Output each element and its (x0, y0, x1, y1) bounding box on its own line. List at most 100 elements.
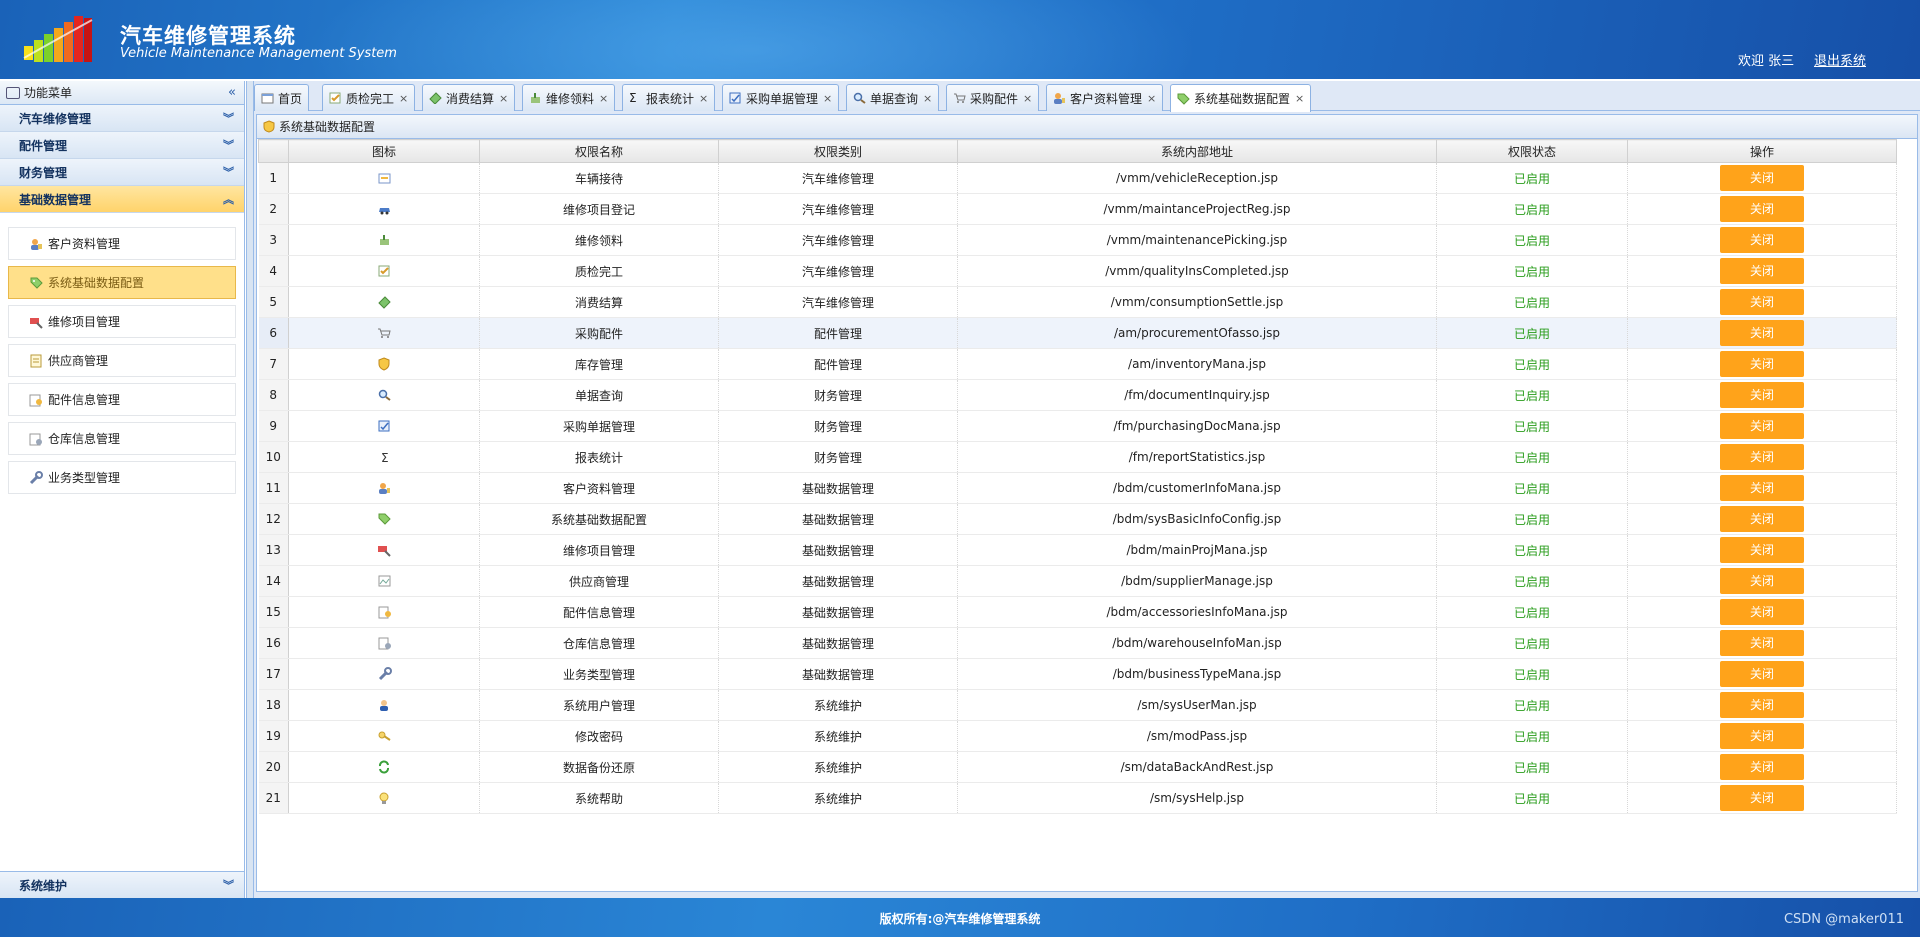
logout-link[interactable]: 退出系统 (1814, 50, 1866, 69)
column-header[interactable]: 权限状态 (1436, 139, 1628, 163)
expand-icon: ︾ (223, 166, 234, 179)
disable-button[interactable]: 关闭 (1720, 413, 1804, 439)
table-row[interactable]: 17 业务类型管理 基础数据管理/bdm/businessTypeMana.jsp 已… (258, 658, 1897, 690)
tab-quality-check[interactable]: 质检完工 × (322, 84, 416, 111)
close-tab-icon[interactable]: × (823, 92, 832, 105)
disable-button[interactable]: 关闭 (1720, 227, 1804, 253)
action-cell: 关闭 (1627, 503, 1897, 535)
tab-doc-query[interactable]: 单据查询 × (846, 84, 940, 111)
sidebar-item-supplier[interactable]: 供应商管理 (8, 344, 236, 377)
disable-button[interactable]: 关闭 (1720, 568, 1804, 594)
table-row[interactable]: 4 质检完工 汽车维修管理/vmm/qualityInsCompleted.jsp 已… (258, 255, 1897, 287)
table-row[interactable]: 18 系统用户管理 系统维护/sm/sysUserMan.jsp 已启用 关闭 (258, 689, 1897, 721)
close-tab-icon[interactable]: × (399, 92, 408, 105)
tab-settlement[interactable]: 消费结算 × (422, 84, 516, 111)
column-header[interactable]: 权限名称 (479, 139, 719, 163)
tab-purchase-parts[interactable]: 采购配件 × (946, 84, 1040, 111)
disable-button[interactable]: 关闭 (1720, 630, 1804, 656)
table-row[interactable]: 1 车辆接待 汽车维修管理/vmm/vehicleReception.jsp 已启用 关… (258, 162, 1897, 194)
panel-parts[interactable]: 配件管理 ︾ (0, 132, 244, 159)
disable-button[interactable]: 关闭 (1720, 785, 1804, 811)
close-tab-icon[interactable]: × (1147, 92, 1156, 105)
disable-button[interactable]: 关闭 (1720, 599, 1804, 625)
disable-button[interactable]: 关闭 (1720, 506, 1804, 532)
tab-customer[interactable]: 客户资料管理 × (1046, 84, 1164, 111)
disable-button[interactable]: 关闭 (1720, 382, 1804, 408)
disable-button[interactable]: 关闭 (1720, 661, 1804, 687)
table-row[interactable]: 16 仓库信息管理 基础数据管理/bdm/warehouseInfoMan.jsp 已… (258, 627, 1897, 659)
table-row[interactable]: 20 数据备份还原 系统维护/sm/dataBackAndRest.jsp 已启用 关闭 (258, 751, 1897, 783)
sidebar-splitter[interactable] (246, 81, 254, 898)
table-row[interactable]: 21 系统帮助 系统维护/sm/sysHelp.jsp 已启用 关闭 (258, 782, 1897, 814)
permission-name: 维修领料 (479, 224, 719, 256)
sigma-icon: Σ (381, 451, 389, 464)
panel-vehicle-maintenance[interactable]: 汽车维修管理 ︾ (0, 105, 244, 132)
sidebar-item-warehouse[interactable]: 仓库信息管理 (8, 422, 236, 455)
panel-system-maintenance[interactable]: 系统维护 ︾ (0, 871, 244, 898)
table-row[interactable]: 3 维修领料 汽车维修管理/vmm/maintenancePicking.jsp 已启… (258, 224, 1897, 256)
close-tab-icon[interactable]: × (1023, 92, 1032, 105)
sidebar-item-repair-project[interactable]: 维修项目管理 (8, 305, 236, 338)
table-row[interactable]: 7 库存管理 配件管理/am/inventoryMana.jsp 已启用 关闭 (258, 348, 1897, 380)
table-row[interactable]: 6 采购配件 配件管理/am/procurementOfasso.jsp 已启用 关闭 (258, 317, 1897, 349)
panel-finance[interactable]: 财务管理 ︾ (0, 159, 244, 186)
table-row[interactable]: 14 供应商管理 基础数据管理/bdm/supplierManage.jsp 已启用 关… (258, 565, 1897, 597)
tab-label: 维修领料 (546, 91, 595, 106)
permission-name: 库存管理 (479, 348, 719, 380)
collapse-sidebar-icon[interactable]: « (228, 85, 236, 100)
table-row[interactable]: 11 客户资料管理 基础数据管理/bdm/customerInfoMana.jsp 已… (258, 472, 1897, 504)
disable-button[interactable]: 关闭 (1720, 692, 1804, 718)
tab-sys-config[interactable]: 系统基础数据配置 × (1170, 84, 1312, 112)
tab-home[interactable]: 首页 (254, 84, 310, 111)
disable-button[interactable]: 关闭 (1720, 475, 1804, 501)
tab-picking[interactable]: 维修领料 × (522, 84, 616, 111)
table-row[interactable]: 10 Σ 报表统计 财务管理/fm/reportStatistics.jsp 已启用 关闭 (258, 441, 1897, 473)
permission-status: 已启用 (1436, 379, 1628, 411)
action-cell: 关闭 (1627, 379, 1897, 411)
permission-status: 已启用 (1436, 441, 1628, 473)
table-row[interactable]: 8 单据查询 财务管理/fm/documentInquiry.jsp 已启用 关闭 (258, 379, 1897, 411)
disable-button[interactable]: 关闭 (1720, 537, 1804, 563)
internal-url: /vmm/consumptionSettle.jsp (957, 286, 1437, 318)
close-tab-icon[interactable]: × (699, 92, 708, 105)
close-tab-icon[interactable]: × (923, 92, 932, 105)
tab-purchase-docs[interactable]: 采购单据管理 × (722, 84, 840, 111)
row-icon-cell (288, 162, 480, 194)
table-row[interactable]: 5 消费结算 汽车维修管理/vmm/consumptionSettle.jsp 已启用… (258, 286, 1897, 318)
disable-button[interactable]: 关闭 (1720, 258, 1804, 284)
table-row[interactable]: 15 配件信息管理 基础数据管理/bdm/accessoriesInfoMana.j… (258, 596, 1897, 628)
sidebar-item-parts-info[interactable]: 配件信息管理 (8, 383, 236, 416)
sidebar-item-customer[interactable]: 客户资料管理 (8, 227, 236, 260)
column-header[interactable]: 图标 (288, 139, 480, 163)
disable-button[interactable]: 关闭 (1720, 351, 1804, 377)
tab-report[interactable]: Σ 报表统计 × (622, 84, 716, 111)
column-header[interactable]: 操作 (1627, 139, 1897, 163)
tab-label: 报表统计 (646, 91, 695, 106)
table-row[interactable]: 13 维修项目管理 基础数据管理/bdm/mainProjMana.jsp 已启用 关闭 (258, 534, 1897, 566)
panel-body-basic-data: 客户资料管理 系统基础数据配置 维修项目管理 供应商管理 配件信息管理 仓库信息… (0, 213, 244, 889)
close-tab-icon[interactable]: × (499, 92, 508, 105)
disable-button[interactable]: 关闭 (1720, 320, 1804, 346)
disable-button[interactable]: 关闭 (1720, 165, 1804, 191)
table-row[interactable]: 9 采购单据管理 财务管理/fm/purchasingDocMana.jsp 已启用 关… (258, 410, 1897, 442)
row-icon-cell (288, 286, 480, 318)
table-row[interactable]: 2 维修项目登记 汽车维修管理/vmm/maintanceProjectReg.js… (258, 193, 1897, 225)
table-row[interactable]: 12 系统基础数据配置 基础数据管理/bdm/sysBasicInfoConfig.… (258, 503, 1897, 535)
table-row[interactable]: 19 修改密码 系统维护/sm/modPass.jsp 已启用 关闭 (258, 720, 1897, 752)
row-icon-cell (288, 689, 480, 721)
close-tab-icon[interactable]: × (1295, 92, 1304, 105)
sidebar-item-business-type[interactable]: 业务类型管理 (8, 461, 236, 494)
column-header[interactable]: 系统内部地址 (957, 139, 1437, 163)
tag-icon (378, 513, 391, 525)
disable-button[interactable]: 关闭 (1720, 754, 1804, 780)
permission-category: 财务管理 (718, 441, 958, 473)
panel-basic-data[interactable]: 基础数据管理 ︽ (0, 186, 244, 213)
disable-button[interactable]: 关闭 (1720, 723, 1804, 749)
row-icon-cell (288, 751, 480, 783)
close-tab-icon[interactable]: × (599, 92, 608, 105)
disable-button[interactable]: 关闭 (1720, 289, 1804, 315)
disable-button[interactable]: 关闭 (1720, 196, 1804, 222)
disable-button[interactable]: 关闭 (1720, 444, 1804, 470)
sidebar-item-sys-config[interactable]: 系统基础数据配置 (8, 266, 236, 299)
column-header[interactable]: 权限类别 (718, 139, 958, 163)
